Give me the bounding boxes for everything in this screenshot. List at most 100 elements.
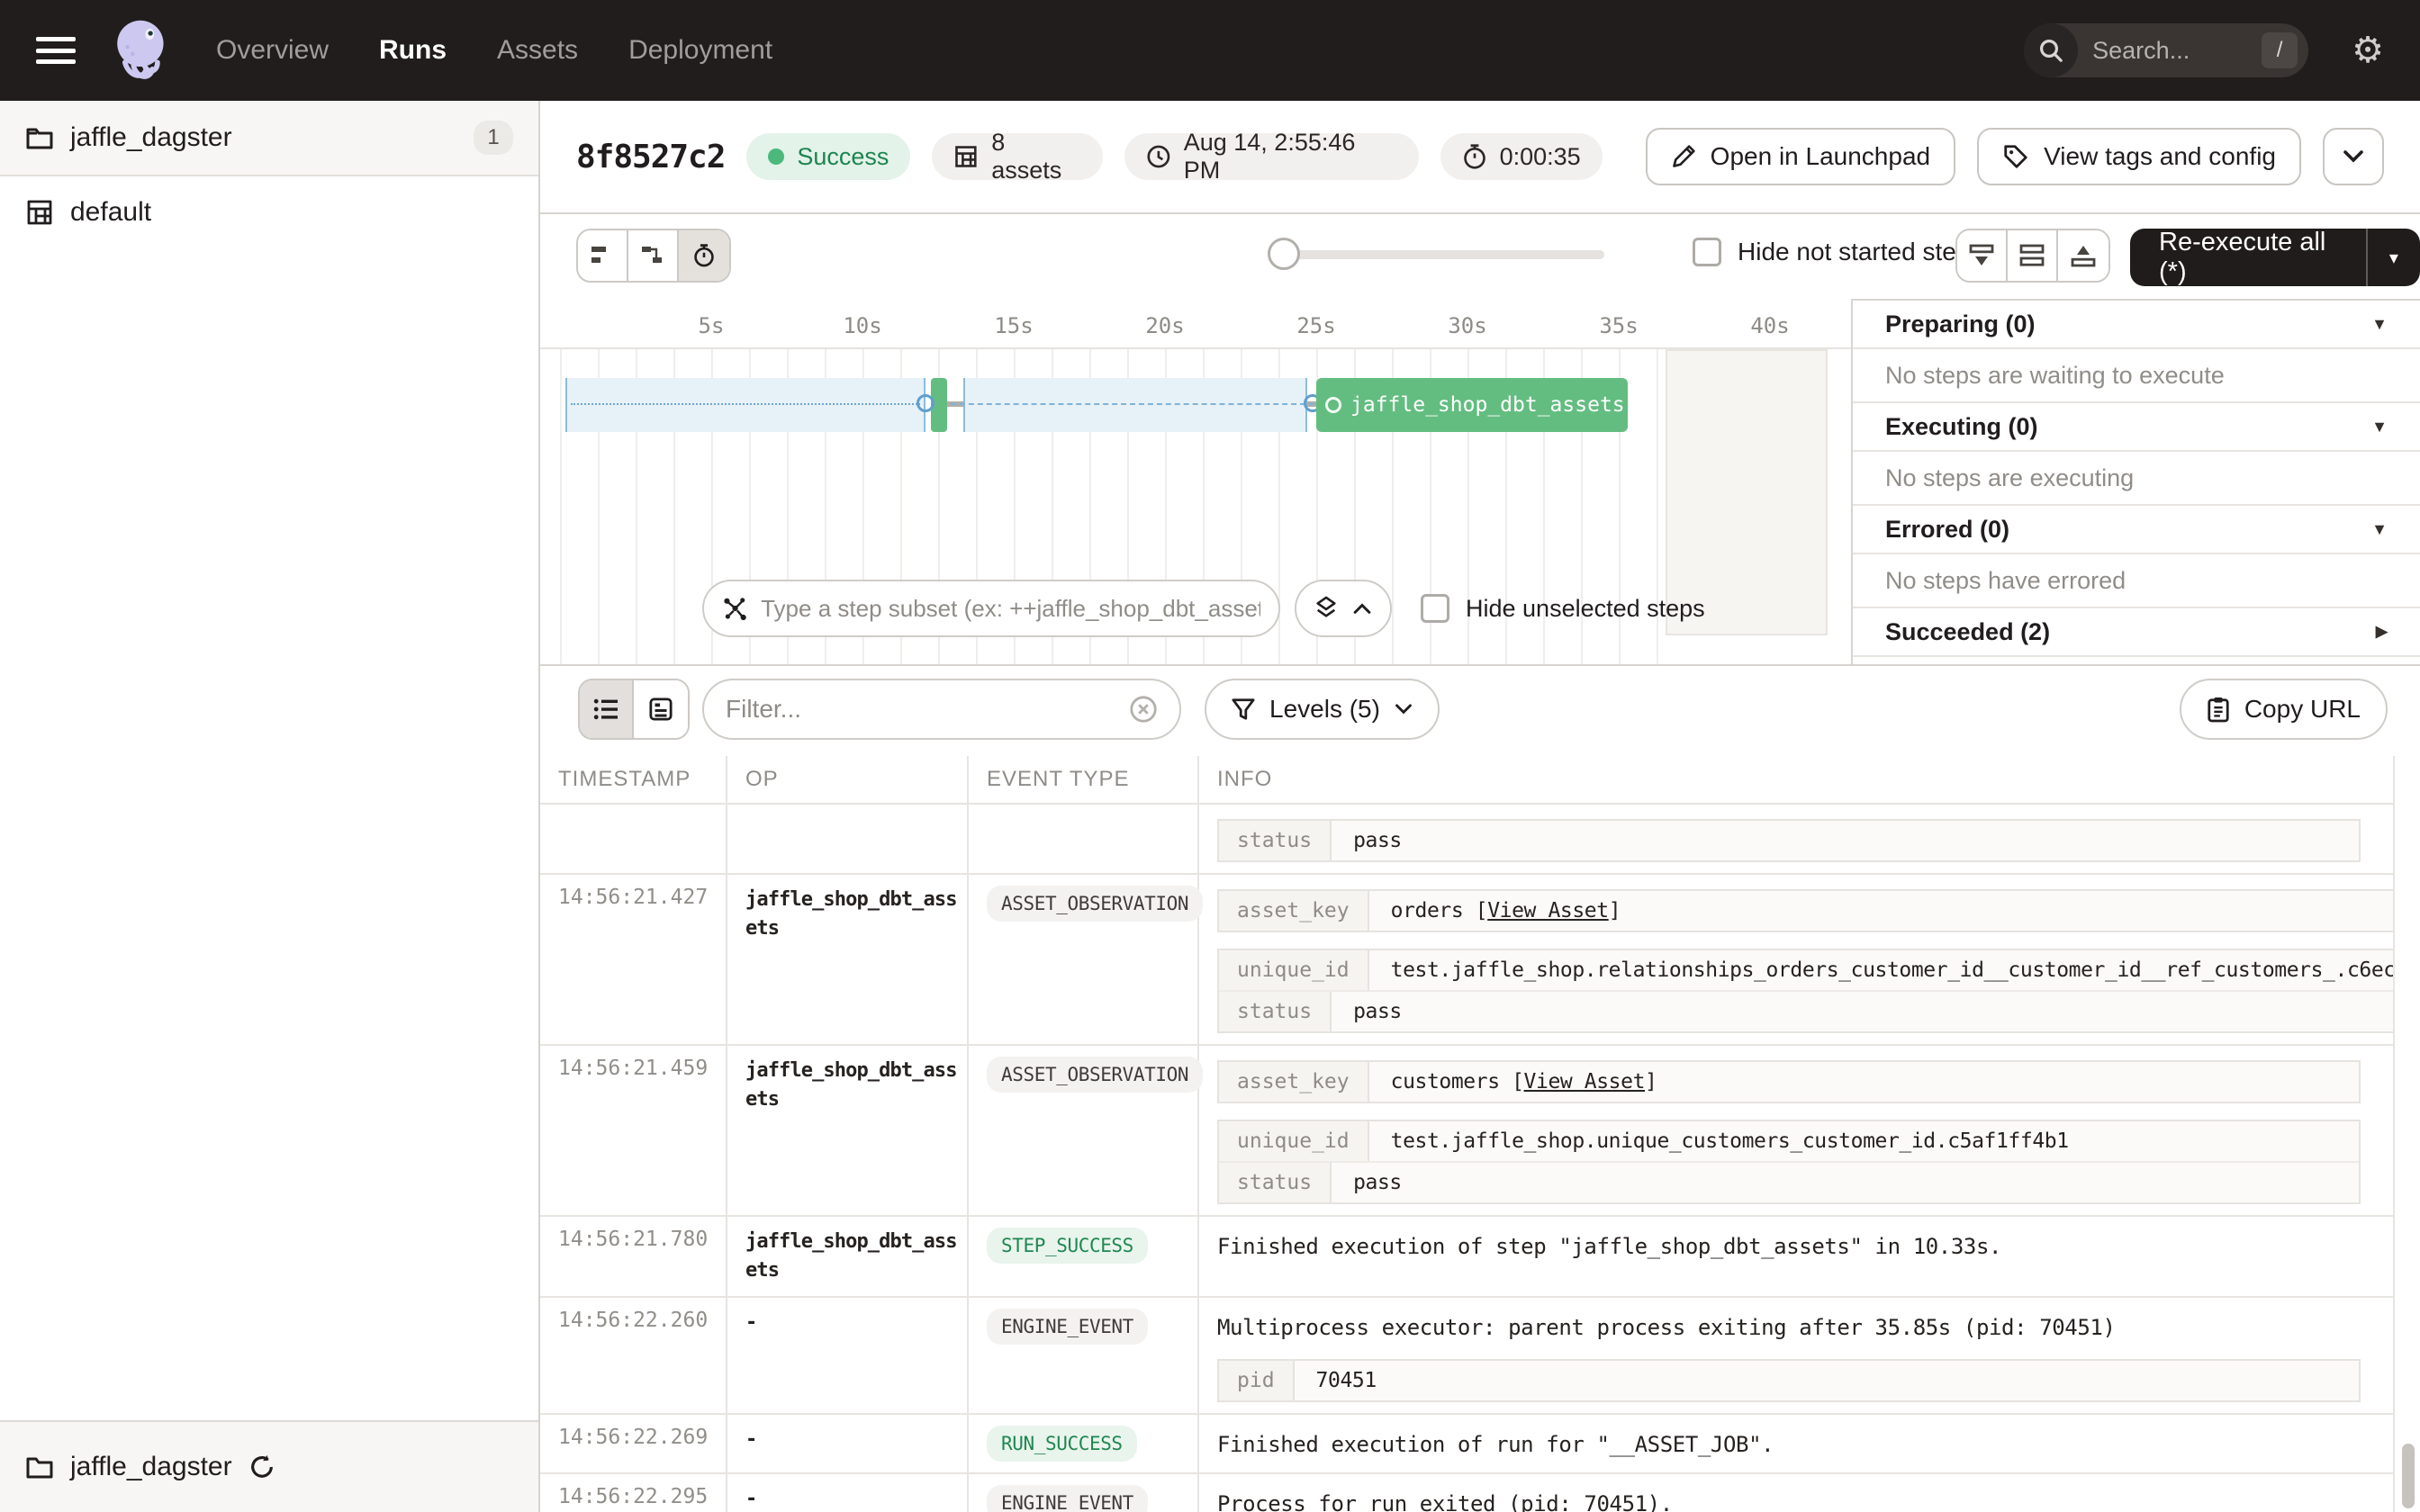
- section-succeeded[interactable]: Succeeded (2) ▶: [1853, 608, 2420, 657]
- menu-icon[interactable]: [36, 37, 76, 64]
- levels-filter-button[interactable]: Levels (5): [1205, 679, 1440, 740]
- view-asset-link[interactable]: View Asset: [1487, 899, 1609, 922]
- status-label: Success: [797, 142, 889, 170]
- waterfall-view-button[interactable]: [628, 230, 679, 281]
- panel-layout-toggle: [1955, 229, 2110, 283]
- expand-bottom-button[interactable]: [2058, 230, 2108, 281]
- chevron-up-icon: [1353, 603, 1371, 614]
- step-subset-input[interactable]: Type a step subset (ex: ++jaffle_shop_db…: [702, 580, 1280, 637]
- refresh-icon[interactable]: [248, 1454, 275, 1480]
- event-type-badge: RUN_SUCCESS: [987, 1426, 1137, 1462]
- log-filter-input[interactable]: Filter...: [702, 679, 1181, 740]
- log-row[interactable]: 14:56:21.780 jaffle_shop_dbt_assets STEP…: [540, 1215, 2393, 1296]
- col-event-type: EVENT TYPE: [969, 756, 1199, 803]
- hide-not-started-checkbox[interactable]: [1693, 238, 1721, 266]
- zoom-slider-track: [1268, 250, 1604, 259]
- assets-grid-icon: [955, 146, 978, 167]
- hide-unselected-label: Hide unselected steps: [1466, 594, 1705, 622]
- reexecute-all-label: Re-execute all (*): [2159, 228, 2326, 286]
- log-row[interactable]: 14:56:21.459 jaffle_shop_dbt_assets ASSE…: [540, 1044, 2393, 1215]
- section-errored-body: No steps have errored: [1853, 554, 2420, 608]
- kv-key: asset_key: [1219, 891, 1369, 931]
- nav-runs[interactable]: Runs: [379, 35, 447, 66]
- kv-value-text: ]: [1645, 1070, 1657, 1094]
- log-structured-view-button[interactable]: [634, 680, 688, 738]
- kv-value: pass: [1353, 1000, 1402, 1023]
- log-row[interactable]: 14:56:22.269 - RUN_SUCCESS Finished exec…: [540, 1413, 2393, 1472]
- section-preparing[interactable]: Preparing (0) ▼: [1853, 301, 2420, 349]
- repo-count-badge: 1: [474, 121, 513, 155]
- caret-right-icon: ▶: [2375, 623, 2388, 640]
- sidebar-item-default[interactable]: default: [0, 176, 538, 248]
- split-panels-button[interactable]: [2008, 230, 2058, 281]
- kv-key: unique_id: [1219, 1121, 1369, 1161]
- nav-assets[interactable]: Assets: [497, 35, 578, 66]
- repo-header[interactable]: jaffle_dagster 1: [0, 101, 538, 176]
- kv-key: status: [1219, 992, 1332, 1031]
- log-message: Finished execution of step "jaffle_shop_…: [1217, 1234, 2002, 1259]
- open-launchpad-button[interactable]: Open in Launchpad: [1645, 128, 1956, 185]
- step-status-panel: Preparing (0) ▼ No steps are waiting to …: [1851, 299, 2420, 664]
- metadata-table: asset_key orders [View Asset]: [1217, 889, 2393, 932]
- collapse-bottom-button[interactable]: [1957, 230, 2008, 281]
- run-id: 8f8527c2: [576, 138, 726, 176]
- section-executing-body: No steps are executing: [1853, 452, 2420, 506]
- reexecute-all-button[interactable]: Re-execute all (*) ▾: [2130, 228, 2420, 286]
- section-errored[interactable]: Errored (0) ▼: [1853, 506, 2420, 554]
- chevron-down-icon: [2343, 150, 2363, 163]
- col-op: OP: [727, 756, 969, 803]
- nav-overview[interactable]: Overview: [216, 35, 329, 66]
- log-timestamp: 14:56:22.269: [540, 1415, 727, 1472]
- search-placeholder: Search...: [2092, 36, 2190, 64]
- hide-unselected-checkbox[interactable]: [1421, 594, 1449, 623]
- assets-pill[interactable]: 8 assets: [932, 129, 1103, 184]
- nav-deployment[interactable]: Deployment: [628, 35, 772, 66]
- assets-count: 8 assets: [991, 129, 1062, 184]
- log-view-toggle: [578, 679, 690, 740]
- log-timestamp: 14:56:22.260: [540, 1298, 727, 1413]
- pencil-icon: [1672, 145, 1695, 167]
- metadata-table: pid 70451: [1217, 1359, 2361, 1402]
- job-grid-icon: [27, 200, 52, 225]
- kv-value-text: orders [: [1390, 899, 1488, 922]
- log-list-view-button[interactable]: [580, 680, 634, 738]
- search-icon: [2024, 23, 2079, 77]
- step-status-icon: [1325, 397, 1341, 413]
- view-tags-config-button[interactable]: View tags and config: [1977, 128, 2301, 185]
- metadata-table: unique_id test.jaffle_shop.relationships…: [1217, 949, 2395, 1033]
- view-asset-link[interactable]: View Asset: [1524, 1070, 1646, 1094]
- gear-icon[interactable]: ⚙: [2352, 32, 2384, 68]
- prep-dotted-line: [571, 403, 920, 405]
- kv-value: test.jaffle_shop.relationships_orders_cu…: [1390, 958, 2395, 982]
- clock-icon: [1147, 145, 1170, 168]
- log-row[interactable]: 14:56:22.295 - ENGINE_EVENT Process for …: [540, 1472, 2393, 1512]
- sidebar-footer: jaffle_dagster: [0, 1420, 538, 1512]
- scrollbar-thumb[interactable]: [2402, 1444, 2415, 1508]
- run-actions-dropdown-button[interactable]: [2323, 128, 2384, 185]
- zoom-slider-handle[interactable]: [1268, 238, 1300, 270]
- section-title: Errored (0): [1885, 515, 2010, 543]
- funnel-icon: [1232, 698, 1255, 720]
- section-executing[interactable]: Executing (0) ▼: [1853, 403, 2420, 452]
- duration-pill: 0:00:35: [1440, 133, 1603, 180]
- dagster-logo-icon[interactable]: [104, 14, 173, 86]
- reexecute-dropdown-caret[interactable]: ▾: [2365, 229, 2420, 286]
- log-row[interactable]: 14:56:22.260 - ENGINE_EVENT Multiprocess…: [540, 1296, 2393, 1413]
- hide-not-started-checkbox-row[interactable]: Hide not started steps: [1693, 238, 1982, 266]
- col-info: INFO: [1217, 767, 1273, 791]
- search-input[interactable]: Search... /: [2024, 23, 2309, 77]
- zoom-slider[interactable]: [1268, 238, 1604, 270]
- copy-url-button[interactable]: Copy URL: [2179, 679, 2388, 740]
- hide-unselected-checkbox-row[interactable]: Hide unselected steps: [1421, 594, 1705, 623]
- log-message: Process for run exited (pid: 70451).: [1217, 1491, 1673, 1512]
- log-row[interactable]: status pass: [540, 803, 2393, 873]
- flat-view-button[interactable]: [578, 230, 628, 281]
- log-table-header: TIMESTAMP OP EVENT TYPE INFO: [540, 756, 2393, 803]
- step-subset-placeholder: Type a step subset (ex: ++jaffle_shop_db…: [761, 594, 1260, 622]
- gantt-step-bar[interactable]: jaffle_shop_dbt_assets: [1316, 378, 1628, 432]
- step-query-options-button[interactable]: [1295, 580, 1392, 637]
- clear-filter-icon[interactable]: [1129, 695, 1158, 724]
- timed-view-button[interactable]: [679, 230, 729, 281]
- timeline-tick: 40s: [1750, 313, 1790, 338]
- log-row[interactable]: 14:56:21.427 jaffle_shop_dbt_assets ASSE…: [540, 873, 2393, 1044]
